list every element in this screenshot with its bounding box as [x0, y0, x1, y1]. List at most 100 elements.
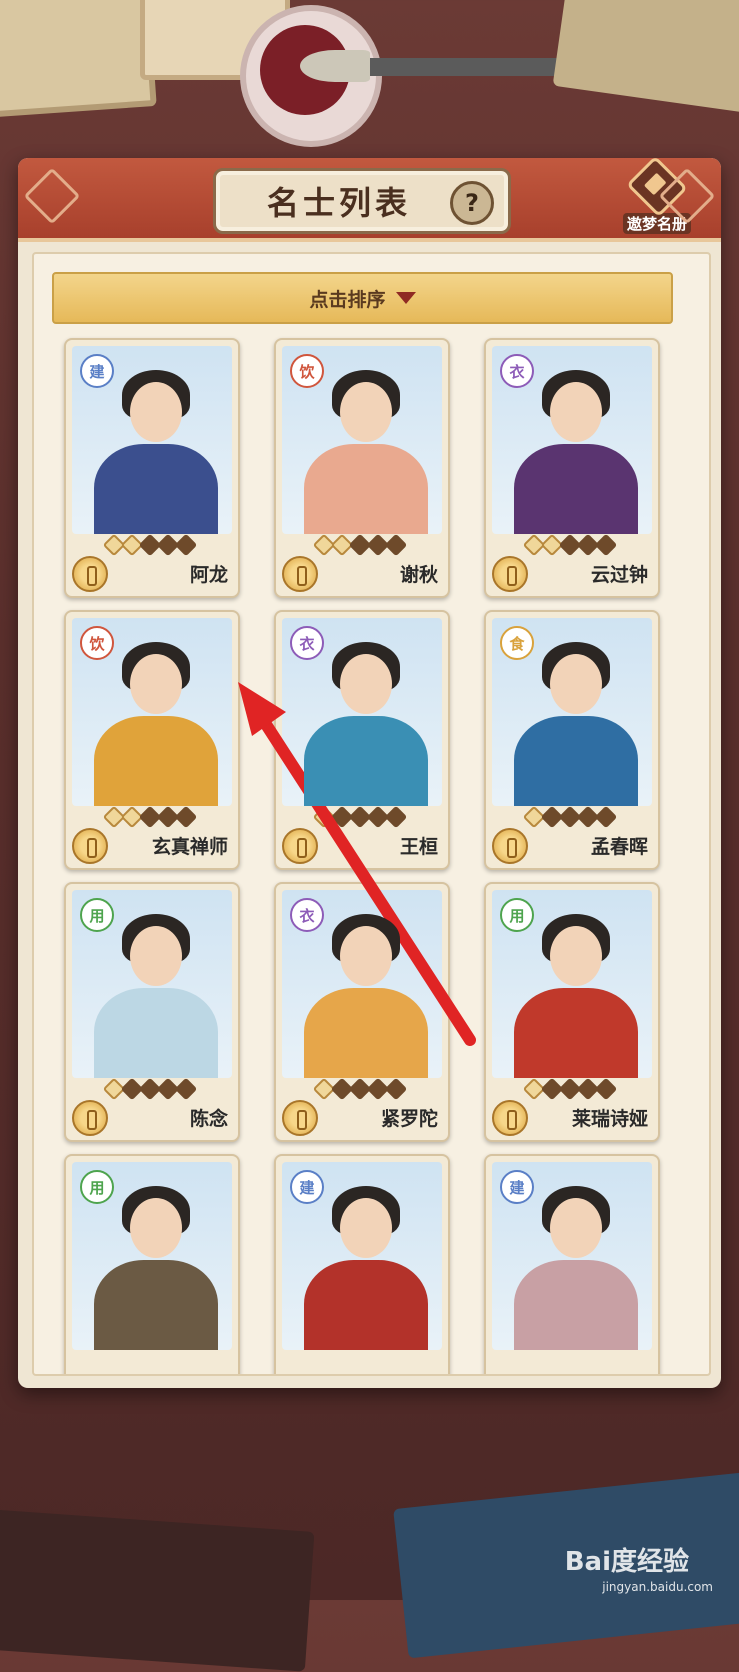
help-button[interactable]: ?: [450, 181, 494, 225]
scholar-card[interactable]: 饮玄真禅师: [64, 610, 240, 870]
scholar-card[interactable]: 建: [484, 1154, 660, 1374]
coin-icon: [72, 828, 108, 864]
figure-head: [340, 382, 392, 442]
dream-book-label: 遨梦名册: [622, 213, 691, 234]
coin-icon: [72, 1100, 108, 1136]
coin-icon: [72, 556, 108, 592]
card-list-area[interactable]: 点击排序 建阿龙饮谢秋衣云过钟饮玄真禅师衣王桓食孟春晖用陈念衣紧罗陀用莱瑞诗娅用…: [32, 252, 711, 1376]
star-rating: [312, 805, 408, 829]
figure-body: [304, 988, 428, 1078]
figure-head: [340, 1198, 392, 1258]
coin-icon: [282, 1100, 318, 1136]
scholar-portrait: 饮: [72, 618, 232, 806]
desk-book-decoration: [0, 0, 157, 118]
figure-head: [340, 926, 392, 986]
scholar-card[interactable]: 衣紧罗陀: [274, 882, 450, 1142]
star-empty-icon: [594, 533, 618, 557]
star-empty-icon: [384, 1077, 408, 1101]
category-badge: 用: [500, 898, 534, 932]
figure-body: [514, 444, 638, 534]
category-badge: 用: [80, 898, 114, 932]
coin-icon: [492, 1100, 528, 1136]
star-rating: [312, 1077, 408, 1101]
scholar-portrait: 建: [72, 346, 232, 534]
star-rating: [522, 805, 618, 829]
figure-head: [550, 1198, 602, 1258]
star-empty-icon: [594, 1077, 618, 1101]
star-rating: [102, 805, 198, 829]
figure-body: [94, 1260, 218, 1350]
sort-button[interactable]: 点击排序: [52, 272, 673, 324]
coin-icon: [282, 556, 318, 592]
star-rating: [102, 1077, 198, 1101]
scholar-portrait: 衣: [282, 890, 442, 1078]
scholar-name: 阿龙: [189, 564, 228, 586]
scholar-portrait: 用: [492, 890, 652, 1078]
scholar-portrait: 建: [492, 1162, 652, 1350]
dream-book-button[interactable]: 遨梦名册: [613, 155, 701, 234]
scholar-portrait: 饮: [282, 346, 442, 534]
figure-head: [550, 382, 602, 442]
star-empty-icon: [384, 805, 408, 829]
figure-body: [514, 716, 638, 806]
category-badge: 建: [80, 354, 114, 388]
scholar-portrait: 食: [492, 618, 652, 806]
figure-body: [514, 1260, 638, 1350]
sort-label: 点击排序: [309, 288, 386, 311]
scholar-name: 王桓: [399, 836, 438, 858]
scholar-card[interactable]: 衣王桓: [274, 610, 450, 870]
panel-header: 名士列表 ? 遨梦名册: [18, 155, 721, 242]
figure-head: [340, 654, 392, 714]
star-empty-icon: [594, 805, 618, 829]
figure-head: [130, 654, 182, 714]
scholar-name: 玄真禅师: [151, 836, 228, 858]
star-rating: [102, 533, 198, 557]
scholar-card[interactable]: 建阿龙: [64, 338, 240, 598]
figure-body: [94, 716, 218, 806]
scholar-card[interactable]: 饮谢秋: [274, 338, 450, 598]
figure-body: [514, 988, 638, 1078]
scholar-card[interactable]: 食孟春晖: [484, 610, 660, 870]
star-empty-icon: [174, 1077, 198, 1101]
star-empty-icon: [174, 533, 198, 557]
scholar-list-panel: 名士列表 ? 遨梦名册 点击排序 建阿龙饮谢秋衣云过钟饮玄真禅师衣王桓食孟春晖用…: [18, 155, 721, 1388]
scholar-card[interactable]: 用: [64, 1154, 240, 1374]
scholar-card[interactable]: 用陈念: [64, 882, 240, 1142]
category-badge: 食: [500, 626, 534, 660]
scholar-portrait: 用: [72, 1162, 232, 1350]
scholar-portrait: 建: [282, 1162, 442, 1350]
category-badge: 衣: [500, 354, 534, 388]
category-badge: 饮: [290, 354, 324, 388]
book-icon: [626, 155, 688, 218]
star-rating: [522, 533, 618, 557]
watermark-url: jingyan.baidu.com: [602, 1580, 713, 1594]
star-rating: [522, 1077, 618, 1101]
scholar-name: 陈念: [189, 1108, 228, 1130]
scholar-name: 莱瑞诗娅: [571, 1108, 648, 1130]
scholar-card[interactable]: 衣云过钟: [484, 338, 660, 598]
brush-tip-decoration: [300, 50, 370, 82]
coin-icon: [492, 828, 528, 864]
figure-body: [304, 716, 428, 806]
scholar-name: 谢秋: [399, 564, 438, 586]
coin-icon: [492, 556, 528, 592]
scholar-name: 紧罗陀: [380, 1108, 438, 1130]
scholar-name: 孟春晖: [590, 836, 648, 858]
figure-body: [304, 444, 428, 534]
coin-icon: [282, 828, 318, 864]
figure-head: [550, 926, 602, 986]
desk-book-decoration: [0, 1508, 315, 1672]
scholar-card[interactable]: 用莱瑞诗娅: [484, 882, 660, 1142]
scholar-card[interactable]: 建: [274, 1154, 450, 1374]
star-rating: [312, 533, 408, 557]
star-empty-icon: [174, 805, 198, 829]
figure-head: [550, 654, 602, 714]
figure-head: [130, 926, 182, 986]
watermark-logo: Bai度经验: [564, 1547, 689, 1577]
category-badge: 衣: [290, 626, 324, 660]
title-plaque: 名士列表 ?: [213, 168, 511, 234]
page-title: 名士列表: [266, 184, 411, 222]
figure-head: [130, 382, 182, 442]
category-badge: 建: [290, 1170, 324, 1204]
scholar-portrait: 衣: [282, 618, 442, 806]
